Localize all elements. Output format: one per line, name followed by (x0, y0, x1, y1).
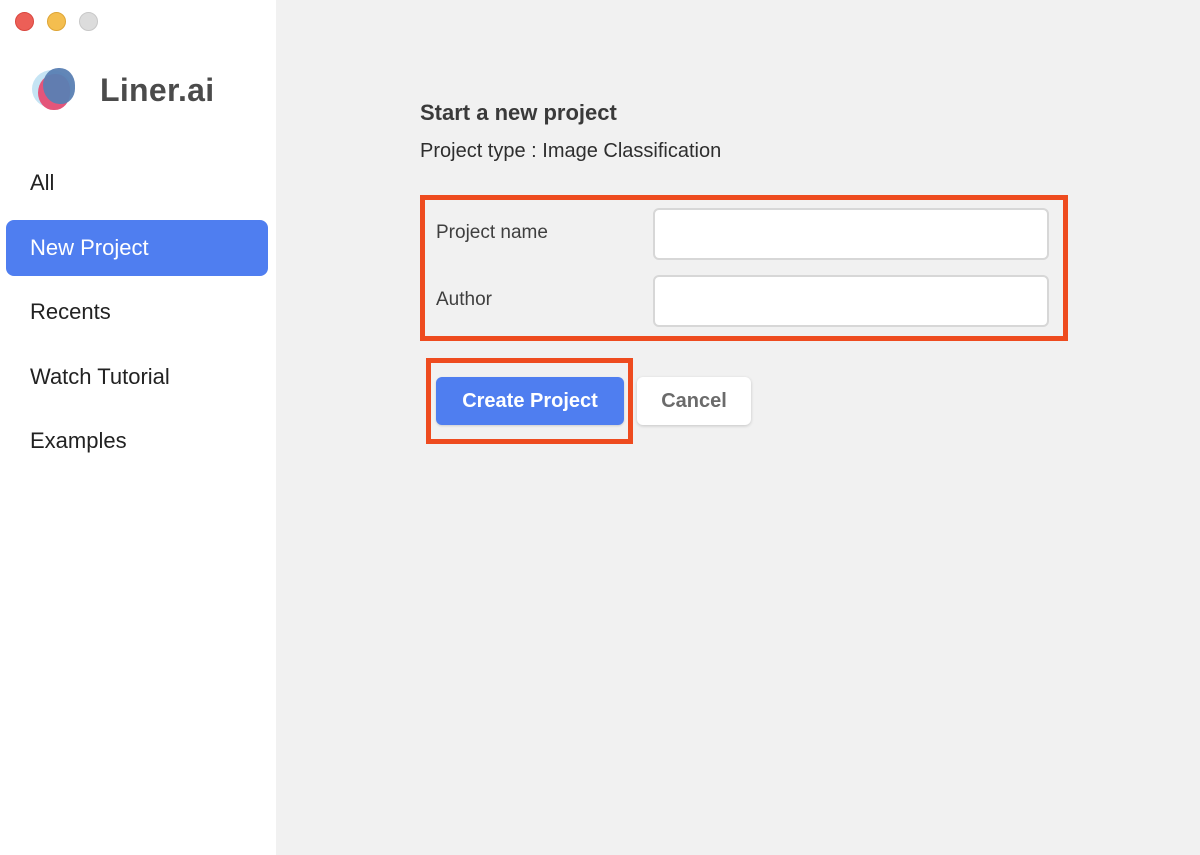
author-input[interactable] (653, 275, 1049, 327)
author-label: Author (436, 289, 492, 310)
project-name-input[interactable] (653, 208, 1049, 260)
create-project-button[interactable]: Create Project (436, 377, 624, 425)
project-form-highlight: Project name Author (420, 195, 1068, 341)
sidebar-item-all[interactable]: All (6, 155, 268, 211)
sidebar-item-examples[interactable]: Examples (6, 413, 268, 469)
zoom-window-button[interactable] (79, 12, 98, 31)
liner-logo-icon (30, 64, 82, 116)
project-name-label: Project name (436, 222, 548, 243)
close-window-button[interactable] (15, 12, 34, 31)
cancel-button[interactable]: Cancel (637, 377, 751, 425)
project-type-label: Project type : Image Classification (420, 140, 722, 162)
author-row: Author (425, 275, 1063, 327)
app-window: Liner.ai All New Project Recents Watch T… (0, 0, 1200, 855)
page-title: Start a new project (420, 100, 617, 125)
brand-name: Liner.ai (100, 71, 215, 108)
sidebar-item-watch-tutorial[interactable]: Watch Tutorial (6, 349, 268, 405)
sidebar-item-recents[interactable]: Recents (6, 284, 268, 340)
sidebar-item-new-project[interactable]: New Project (6, 219, 268, 276)
minimize-window-button[interactable] (47, 12, 66, 31)
brand: Liner.ai (30, 64, 214, 116)
main-panel: Start a new project Project type : Image… (276, 0, 1200, 855)
sidebar-nav: All New Project Recents Watch Tutorial E… (6, 155, 268, 478)
create-button-highlight: Create Project (426, 358, 633, 444)
project-name-row: Project name (425, 208, 1063, 260)
sidebar: Liner.ai All New Project Recents Watch T… (0, 0, 276, 855)
